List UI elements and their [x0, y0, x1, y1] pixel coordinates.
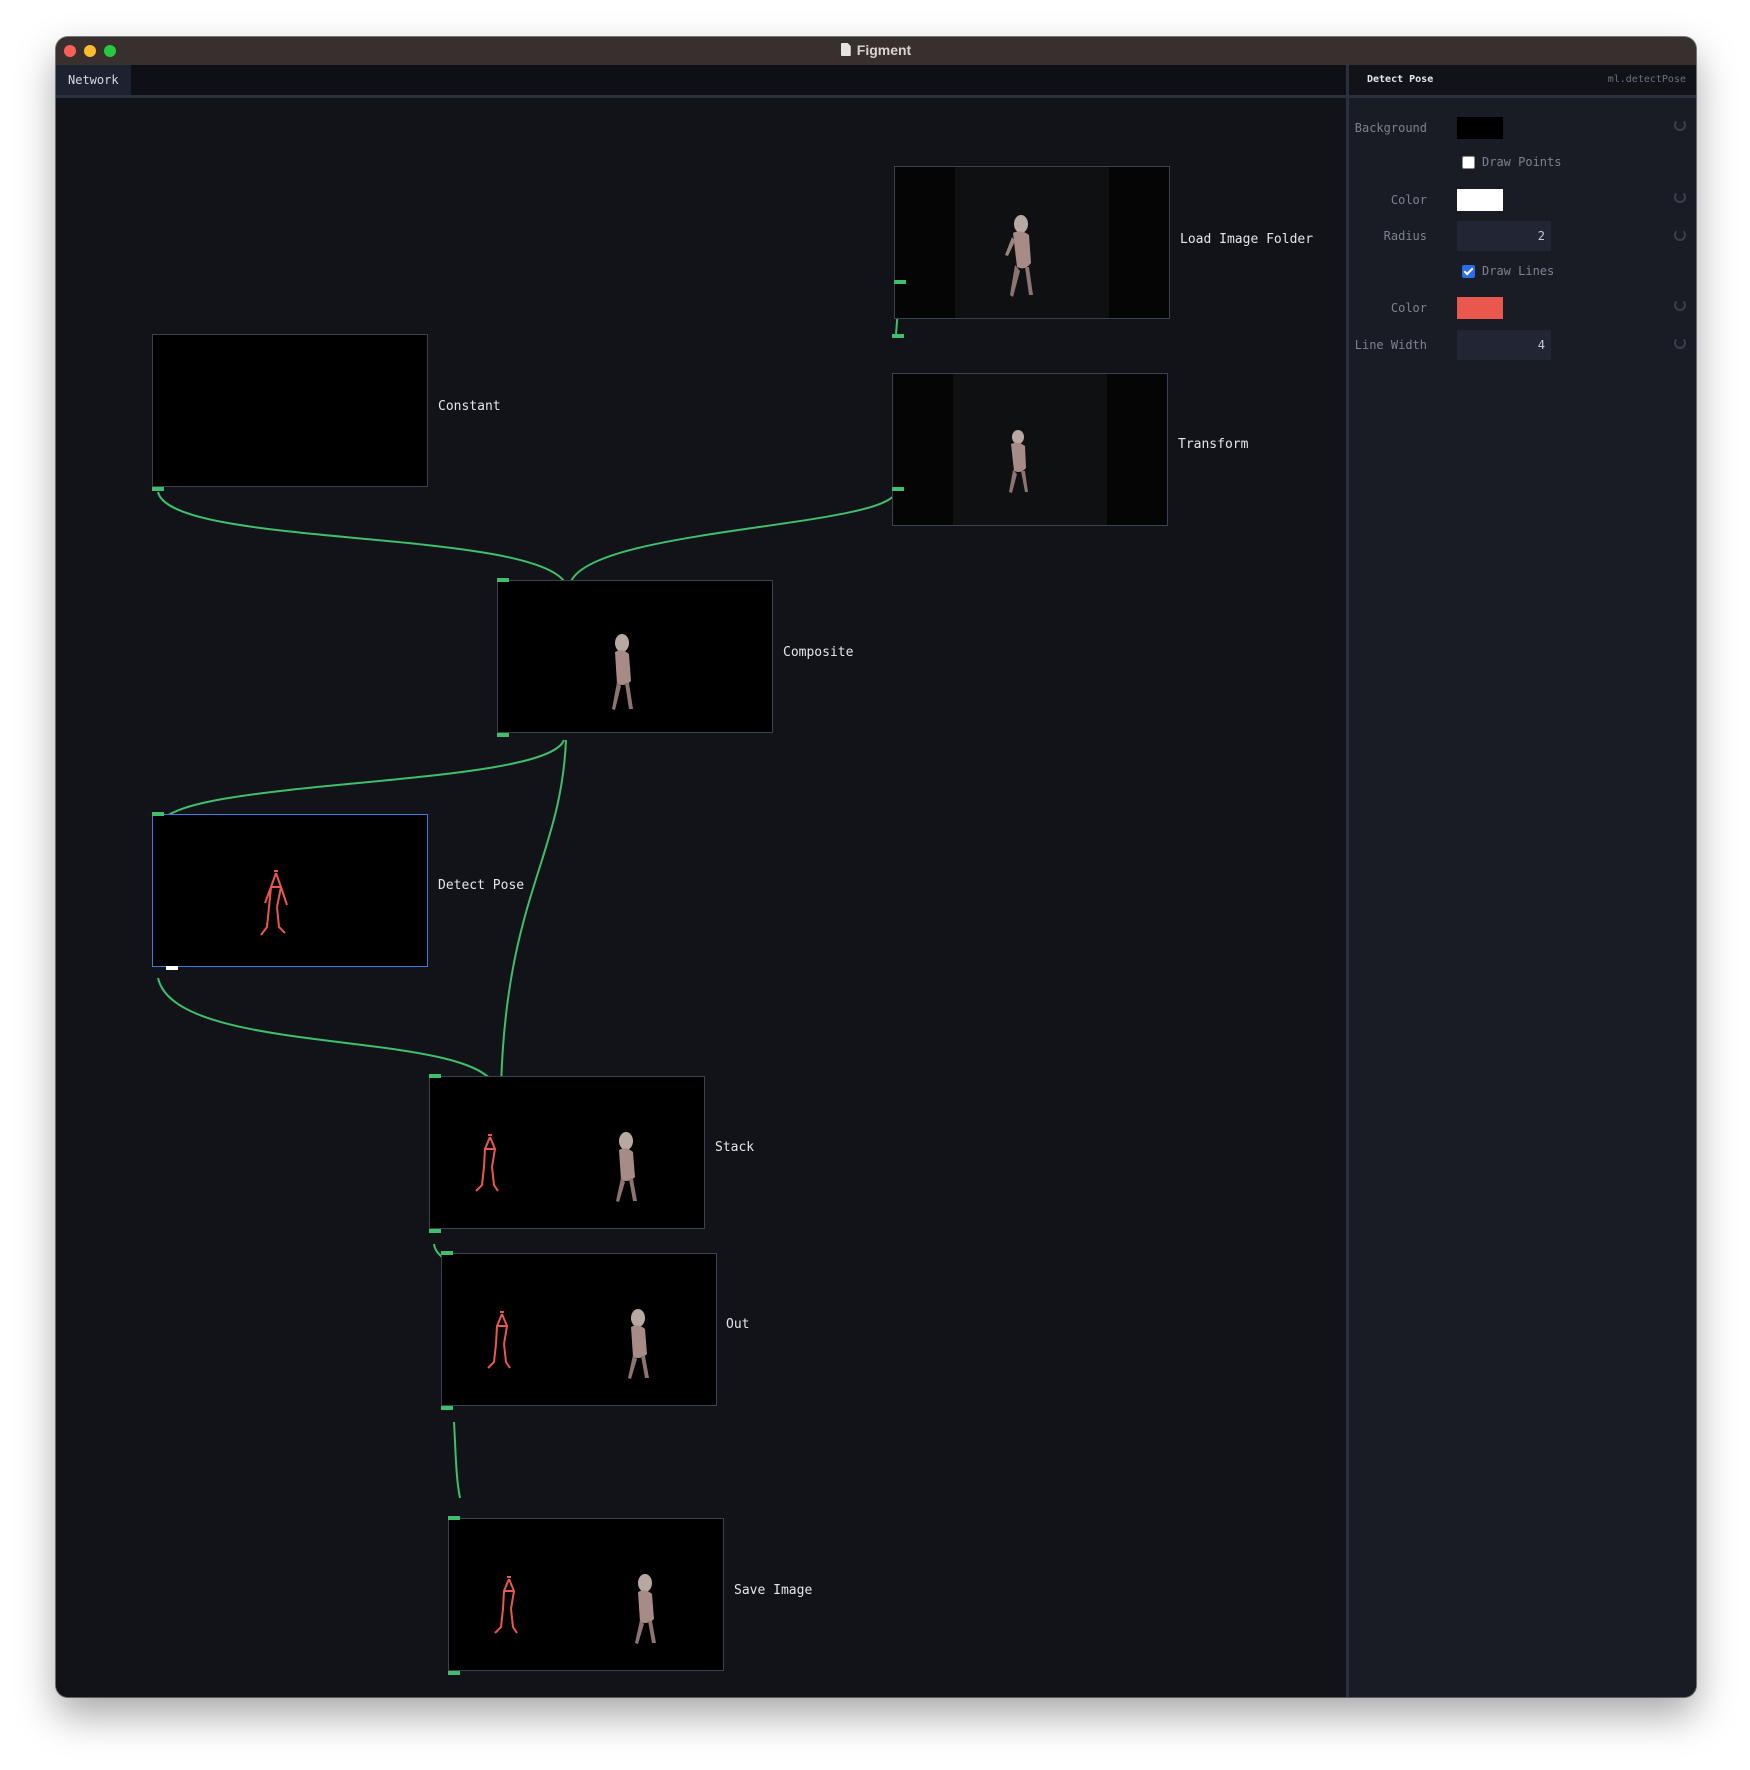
node-out-preview[interactable]	[441, 1253, 717, 1406]
output-port-composite[interactable]	[497, 733, 509, 737]
input-port-detect[interactable]	[152, 812, 164, 816]
pillarbox-right	[1109, 167, 1169, 318]
node-constant-preview[interactable]	[152, 334, 428, 487]
video-frame	[953, 374, 1107, 525]
node-transform-preview[interactable]	[892, 373, 1168, 526]
panel-header: Detect Pose ml.detectPose	[1349, 65, 1696, 98]
reset-icon[interactable]	[1674, 299, 1686, 311]
node-load-image-folder-preview[interactable]	[894, 166, 1170, 319]
tab-bar: Network	[56, 65, 1346, 98]
person-figure	[612, 634, 633, 710]
title-bar: Figment	[56, 37, 1696, 65]
tab-network[interactable]: Network	[56, 65, 131, 95]
output-port-load[interactable]	[894, 280, 906, 284]
wire-out-to-save	[453, 1421, 461, 1499]
points-color-label: Color	[1390, 193, 1427, 207]
window-title: Figment	[56, 42, 1696, 58]
output-port-stack[interactable]	[429, 1229, 441, 1233]
parameter-panel: Detect Pose ml.detectPose Background Dra…	[1349, 65, 1696, 1697]
reset-icon[interactable]	[1674, 229, 1686, 241]
line-width-input[interactable]: 4	[1457, 330, 1551, 360]
draw-lines-label: Draw Lines	[1482, 264, 1555, 278]
panel-operator-name: ml.detectPose	[1607, 74, 1686, 85]
wire-constant-to-composite	[157, 491, 567, 585]
node-stack-preview[interactable]	[429, 1076, 705, 1229]
line-width-label: Line Width	[1354, 338, 1427, 352]
input-port-stack[interactable]	[429, 1074, 441, 1078]
wire-transform-to-composite	[569, 491, 897, 585]
person-figure	[1009, 430, 1028, 493]
node-label-save-image: Save Image	[734, 1583, 813, 1598]
wire-composite-to-stack	[500, 739, 567, 1089]
input-port-composite[interactable]	[497, 578, 509, 582]
node-label-stack: Stack	[715, 1140, 755, 1155]
node-composite-preview[interactable]	[497, 580, 773, 733]
node-save-image-preview[interactable]	[448, 1518, 724, 1671]
background-color-swatch[interactable]	[1457, 117, 1503, 139]
skeleton-and-person	[494, 1574, 656, 1644]
points-color-swatch[interactable]	[1457, 189, 1503, 211]
lines-color-label: Color	[1390, 301, 1427, 315]
node-detect-pose-preview[interactable]	[152, 814, 428, 967]
pose-skeleton	[260, 870, 288, 936]
radius-label: Radius	[1383, 229, 1427, 243]
node-label-constant: Constant	[438, 399, 501, 414]
node-label-load-image-folder: Load Image Folder	[1180, 232, 1314, 247]
wire-composite-to-detect	[159, 739, 565, 825]
input-port-out[interactable]	[441, 1251, 453, 1255]
person-figure	[1005, 215, 1033, 297]
output-port-save[interactable]	[448, 1671, 460, 1675]
draw-points-label: Draw Points	[1482, 155, 1562, 169]
video-frame	[955, 167, 1109, 318]
skeleton-and-person	[475, 1132, 637, 1202]
wire-detect-to-stack	[157, 977, 497, 1089]
pillarbox-left	[895, 167, 955, 318]
lines-color-swatch[interactable]	[1457, 297, 1503, 319]
app-window: Figment Network Load Image Folder Transf…	[56, 37, 1696, 1697]
node-label-composite: Composite	[783, 645, 854, 660]
reset-icon[interactable]	[1674, 191, 1686, 203]
node-label-transform: Transform	[1178, 437, 1249, 452]
draw-lines-checkbox[interactable]	[1462, 265, 1475, 278]
output-port-detect-active[interactable]	[166, 966, 178, 970]
reset-icon[interactable]	[1674, 119, 1686, 131]
panel-title: Detect Pose	[1367, 74, 1434, 85]
draw-points-checkbox[interactable]	[1462, 156, 1475, 169]
network-canvas[interactable]: Load Image Folder Transform Constant Com…	[56, 98, 1346, 1697]
output-port-constant[interactable]	[152, 487, 164, 491]
pillarbox-right	[1107, 374, 1167, 525]
node-label-out: Out	[726, 1317, 750, 1332]
background-label: Background	[1354, 121, 1427, 135]
radius-input[interactable]: 2	[1457, 221, 1551, 251]
output-port-transform[interactable]	[892, 487, 904, 491]
pillarbox-left	[893, 374, 953, 525]
document-icon	[840, 43, 851, 56]
output-port-out[interactable]	[441, 1406, 453, 1410]
reset-icon[interactable]	[1674, 337, 1686, 349]
window-title-text: Figment	[856, 42, 912, 58]
input-port-transform[interactable]	[892, 334, 904, 338]
input-port-save[interactable]	[448, 1516, 460, 1520]
node-label-detect-pose: Detect Pose	[438, 878, 525, 893]
skeleton-and-person	[487, 1309, 649, 1379]
